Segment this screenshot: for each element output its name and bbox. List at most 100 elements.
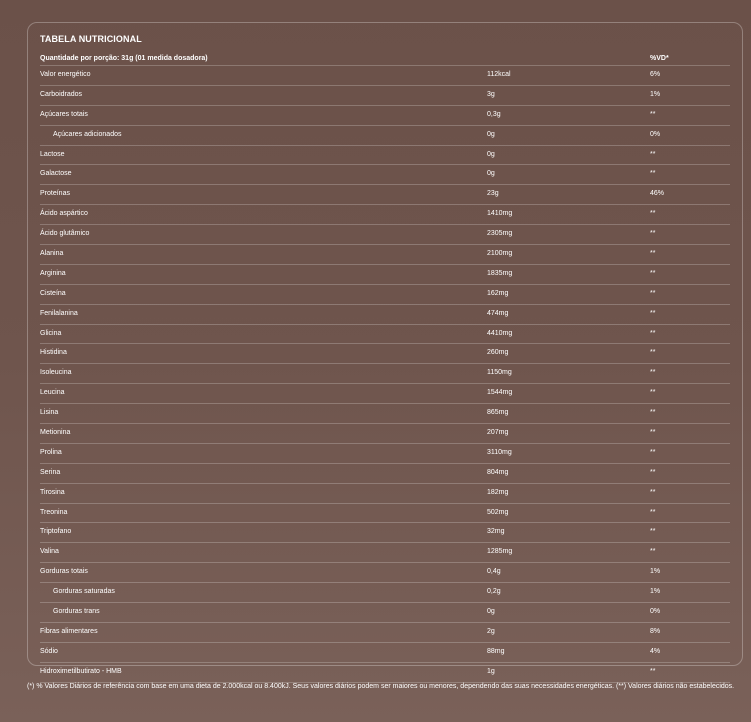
nutrient-vd: ** bbox=[650, 269, 656, 277]
nutrition-table: Quantidade por porção: 31g (01 medida do… bbox=[40, 53, 730, 683]
nutrient-name: Prolina bbox=[40, 448, 62, 456]
nutrient-name: Histidina bbox=[40, 349, 67, 357]
nutrient-amount: 0g bbox=[487, 130, 495, 138]
nutrient-name: Lisina bbox=[40, 409, 59, 417]
nutrient-name: Ácido glutâmico bbox=[40, 230, 90, 238]
nutrient-vd: ** bbox=[650, 448, 656, 456]
nutrient-name: Fenilalanina bbox=[40, 309, 78, 317]
nutrient-amount: 2305mg bbox=[487, 230, 513, 238]
table-row: Metionina 207mg ** bbox=[40, 424, 730, 444]
nutrient-amount: 1g bbox=[487, 667, 495, 675]
table-row: Sódio 88mg 4% bbox=[40, 643, 730, 663]
nutrient-amount: 260mg bbox=[487, 349, 509, 357]
nutrient-name: Metionina bbox=[40, 429, 71, 437]
nutrient-amount: 0g bbox=[487, 170, 495, 178]
table-row: Açúcares adicionados 0g 0% bbox=[40, 126, 730, 146]
nutrient-vd: ** bbox=[650, 210, 656, 218]
nutrient-amount: 1410mg bbox=[487, 210, 513, 218]
nutrient-vd: ** bbox=[650, 349, 656, 357]
nutrient-vd: 46% bbox=[650, 190, 665, 198]
nutrient-amount: 162mg bbox=[487, 289, 509, 297]
nutrient-name: Hidroximetilbutirato - HMB bbox=[40, 667, 122, 675]
nutrient-name: Sódio bbox=[40, 647, 58, 655]
nutrient-name: Triptofano bbox=[40, 528, 72, 536]
table-row: Ácido glutâmico 2305mg ** bbox=[40, 225, 730, 246]
table-row: Ácido aspártico 1410mg ** bbox=[40, 205, 730, 226]
nutrient-vd: 4% bbox=[650, 647, 661, 655]
table-row: Gorduras totais 0,4g 1% bbox=[40, 563, 730, 584]
nutrient-name: Serina bbox=[40, 468, 61, 476]
nutrient-vd: 0% bbox=[650, 130, 661, 138]
table-row: Hidroximetilbutirato - HMB 1g ** bbox=[40, 663, 730, 683]
nutrient-amount: 1544mg bbox=[487, 389, 513, 397]
nutrition-table-card: TABELA NUTRICIONAL Quantidade por porção… bbox=[27, 22, 743, 683]
nutrient-amount: 1150mg bbox=[487, 369, 512, 377]
nutrient-name: Treonina bbox=[40, 508, 68, 516]
nutrient-vd: ** bbox=[650, 389, 656, 397]
nutrient-name: Proteínas bbox=[40, 190, 70, 198]
nutrient-name: Gorduras totais bbox=[40, 568, 88, 576]
nutrient-vd: 6% bbox=[650, 71, 661, 78]
table-row: Histidina 260mg ** bbox=[40, 344, 730, 365]
table-row: Lisina 865mg ** bbox=[40, 404, 730, 425]
nutrient-name: Fibras alimentares bbox=[40, 627, 98, 635]
nutrient-name: Tirosina bbox=[40, 488, 65, 496]
nutrient-amount: 865mg bbox=[487, 409, 509, 417]
nutrient-name: Ácido aspártico bbox=[40, 210, 88, 218]
nutrient-amount: 2100mg bbox=[487, 250, 513, 258]
nutrient-amount: 3110mg bbox=[487, 448, 512, 456]
nutrient-amount: 0,2g bbox=[487, 588, 501, 596]
nutrient-vd: 0% bbox=[650, 608, 661, 616]
table-body: Valor energético 112kcal 6% Carboidrados 3g 1… bbox=[40, 66, 730, 683]
nutrient-name: Galactose bbox=[40, 170, 72, 178]
nutrient-amount: 502mg bbox=[487, 508, 509, 516]
table-row: Carboidrados 3g 1% bbox=[40, 86, 730, 106]
table-row: Gorduras saturadas 0,2g 1% bbox=[40, 583, 730, 604]
nutrient-amount: 1835mg bbox=[487, 269, 513, 277]
table-row: Valina 1285mg ** bbox=[40, 543, 730, 564]
table-row: Treonina 502mg ** bbox=[40, 504, 730, 524]
nutrient-amount: 2g bbox=[487, 627, 495, 635]
nutrient-amount: 112kcal bbox=[487, 71, 511, 78]
nutrient-amount: 32mg bbox=[487, 528, 505, 536]
nutrient-amount: 804mg bbox=[487, 468, 509, 476]
table-row: Fenilalanina 474mg ** bbox=[40, 305, 730, 325]
nutrient-amount: 0,4g bbox=[487, 568, 501, 576]
nutrient-vd: ** bbox=[650, 150, 656, 158]
nutrient-amount: 0g bbox=[487, 150, 495, 158]
nutrient-vd: ** bbox=[650, 429, 656, 437]
nutrient-name: Alanina bbox=[40, 250, 64, 258]
nutrient-name: Açúcares adicionados bbox=[53, 130, 122, 138]
table-row: Glicina 4410mg ** bbox=[40, 325, 730, 345]
nutrient-amount: 23g bbox=[487, 190, 499, 198]
footnote: (*) % Valores Diários de referência com … bbox=[27, 683, 735, 690]
table-row: Gorduras trans 0g 0% bbox=[40, 603, 730, 623]
nutrient-amount: 0g bbox=[487, 608, 495, 616]
nutrient-amount: 1285mg bbox=[487, 548, 513, 556]
nutrient-amount: 3g bbox=[487, 90, 495, 98]
nutrient-name: Gorduras trans bbox=[53, 608, 100, 616]
nutrient-vd: ** bbox=[650, 488, 656, 496]
nutrient-name: Isoleucina bbox=[40, 369, 72, 377]
nutrient-name: Lactose bbox=[40, 150, 65, 158]
nutrient-name: Açúcares totais bbox=[40, 110, 88, 118]
vd-header: %VD* bbox=[650, 55, 669, 62]
nutrient-amount: 0,3g bbox=[487, 110, 501, 118]
nutrient-amount: 88mg bbox=[487, 647, 505, 655]
nutrient-amount: 4410mg bbox=[487, 329, 513, 337]
table-row: Triptofano 32mg ** bbox=[40, 523, 730, 544]
nutrient-vd: ** bbox=[650, 369, 656, 377]
table-row: Lactose 0g ** bbox=[40, 146, 730, 166]
table-row: Leucina 1544mg ** bbox=[40, 384, 730, 405]
table-row: Arginina 1835mg ** bbox=[40, 265, 730, 285]
nutrient-amount: 182mg bbox=[487, 488, 509, 496]
nutrient-vd: ** bbox=[650, 250, 656, 258]
table-row: Fibras alimentares 2g 8% bbox=[40, 623, 730, 643]
nutrient-vd: ** bbox=[650, 508, 656, 516]
table-row: Açúcares totais 0,3g ** bbox=[40, 106, 730, 126]
table-row: Alanina 2100mg ** bbox=[40, 245, 730, 265]
nutrient-vd: ** bbox=[650, 409, 656, 417]
nutrient-name: Valor energético bbox=[40, 71, 91, 78]
table-row: Cisteína 162mg ** bbox=[40, 285, 730, 305]
nutrient-vd: ** bbox=[650, 289, 656, 297]
